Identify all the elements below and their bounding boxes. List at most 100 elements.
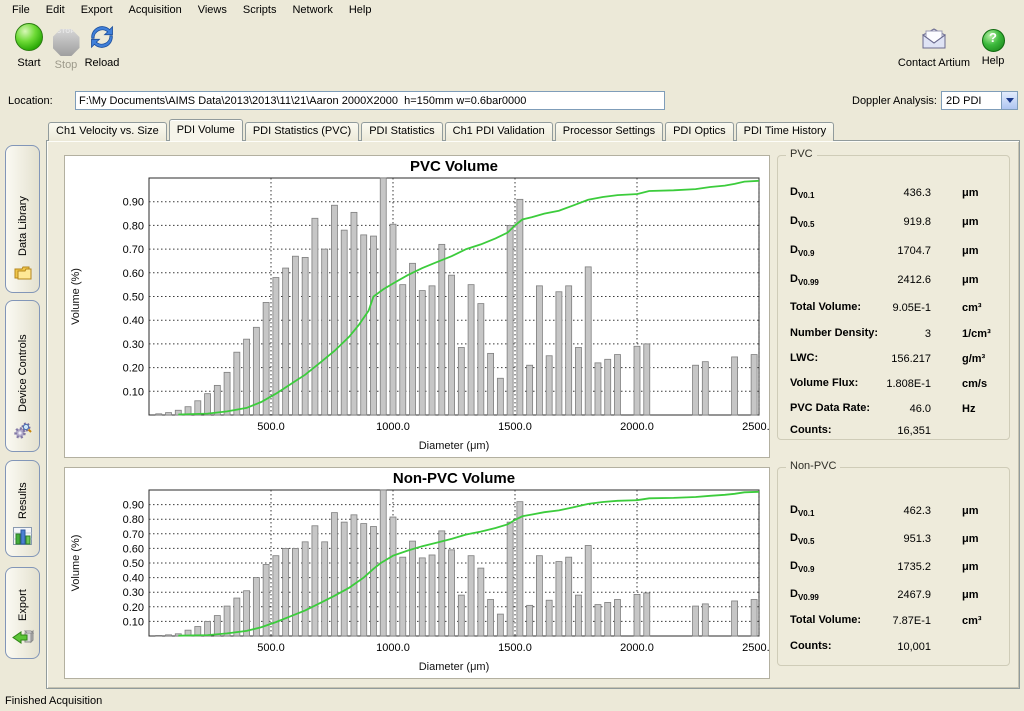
help-button-label: Help xyxy=(965,55,1021,67)
stat-value: 10,001 xyxy=(841,641,931,653)
histogram-bar xyxy=(439,244,445,415)
histogram-bar xyxy=(351,515,357,636)
stat-unit: 1/cm³ xyxy=(962,328,991,340)
stat-unit: cm³ xyxy=(962,302,982,314)
menu-item-export[interactable]: Export xyxy=(73,2,121,18)
stat-row: DV0.5951.3μm xyxy=(790,532,999,548)
histogram-bar xyxy=(751,355,757,415)
stat-value: 919.8 xyxy=(841,216,931,228)
histogram-bar xyxy=(536,556,542,636)
tab-ch1-velocity-vs-size[interactable]: Ch1 Velocity vs. Size xyxy=(48,122,167,141)
reload-button[interactable]: Reload xyxy=(73,23,131,69)
histogram-bar xyxy=(546,356,552,415)
tab-processor-settings[interactable]: Processor Settings xyxy=(555,122,663,141)
histogram-bar xyxy=(205,621,211,636)
bar-chart-icon xyxy=(13,527,32,548)
tab-pdi-time-history[interactable]: PDI Time History xyxy=(736,122,835,141)
menu-item-network[interactable]: Network xyxy=(284,2,340,18)
histogram-bar xyxy=(566,286,572,415)
stat-unit: μm xyxy=(962,245,979,257)
sidebar-item-results[interactable]: Results xyxy=(5,460,40,557)
sidebar-item-device-controls[interactable]: Device Controls xyxy=(5,300,40,452)
sidebar-item-data-library[interactable]: Data Library xyxy=(5,145,40,293)
stat-value: 1704.7 xyxy=(841,245,931,257)
histogram-bar xyxy=(400,285,406,415)
help-icon: ? xyxy=(982,29,1005,52)
histogram-bar xyxy=(244,339,250,415)
histogram-bar xyxy=(605,602,611,636)
sidebar-item-label: Results xyxy=(17,461,29,527)
histogram-bar xyxy=(702,362,708,415)
y-tick-label: 0.90 xyxy=(123,197,144,209)
tab-pdi-volume[interactable]: PDI Volume xyxy=(169,119,243,141)
stat-row: DV0.1462.3μm xyxy=(790,504,999,520)
stat-value: 1.808E-1 xyxy=(841,378,931,390)
y-tick-label: 0.20 xyxy=(123,602,144,614)
histogram-bar xyxy=(283,548,289,636)
histogram-bar xyxy=(702,604,708,636)
stat-row: DV0.1436.3μm xyxy=(790,186,999,202)
histogram-bar xyxy=(468,556,474,636)
gears-icon xyxy=(13,420,33,443)
menu-item-scripts[interactable]: Scripts xyxy=(235,2,285,18)
histogram-bar xyxy=(517,502,523,636)
histogram-bar xyxy=(546,600,552,636)
histogram-bar xyxy=(693,606,699,636)
x-tick-label: 500.0 xyxy=(257,421,285,433)
menu-item-edit[interactable]: Edit xyxy=(38,2,73,18)
histogram-bar xyxy=(439,531,445,636)
tab-pdi-statistics[interactable]: PDI Statistics xyxy=(361,122,442,141)
stat-value: 156.217 xyxy=(841,353,931,365)
stat-unit: μm xyxy=(962,589,979,601)
histogram-bar xyxy=(517,199,523,415)
y-tick-label: 0.10 xyxy=(123,616,144,628)
export-arrow-icon xyxy=(12,629,34,650)
histogram-bar xyxy=(312,218,318,415)
histogram-bar xyxy=(468,285,474,415)
sidebar-item-export[interactable]: Export xyxy=(5,567,40,659)
tab-pdi-statistics-pvc-[interactable]: PDI Statistics (PVC) xyxy=(245,122,359,141)
menu-item-help[interactable]: Help xyxy=(341,2,380,18)
histogram-bar xyxy=(614,600,620,637)
tab-pdi-optics[interactable]: PDI Optics xyxy=(665,122,734,141)
histogram-bar xyxy=(644,593,650,636)
location-input[interactable] xyxy=(75,91,665,110)
stat-unit: μm xyxy=(962,274,979,286)
histogram-bar xyxy=(575,595,581,636)
x-tick-label: 1000.0 xyxy=(376,642,410,654)
histogram-bar xyxy=(214,385,220,415)
contact-artium-button[interactable]: Contact Artium xyxy=(896,27,972,69)
histogram-bar xyxy=(224,606,230,636)
stat-row: Counts:10,001 xyxy=(790,640,999,656)
histogram-bar xyxy=(605,359,611,415)
histogram-bar xyxy=(556,292,562,415)
menu-item-views[interactable]: Views xyxy=(190,2,235,18)
histogram-bar xyxy=(410,541,416,636)
nonpvc-volume-chart: Non-PVC Volume0.100.200.300.400.500.600.… xyxy=(64,467,770,679)
status-text: Finished Acquisition xyxy=(5,695,102,707)
y-tick-label: 0.30 xyxy=(123,339,144,351)
help-button[interactable]: ? Help xyxy=(965,29,1021,67)
stat-value: 7.87E-1 xyxy=(841,615,931,627)
histogram-bar xyxy=(507,522,513,636)
histogram-bar xyxy=(214,616,220,636)
stat-label: DV0.5 xyxy=(790,532,814,546)
y-axis-label: Volume (%) xyxy=(70,535,82,592)
stat-value: 436.3 xyxy=(841,187,931,199)
histogram-bar xyxy=(341,230,347,415)
menu-item-file[interactable]: File xyxy=(4,2,38,18)
stat-value: 462.3 xyxy=(841,505,931,517)
menu-item-acquisition[interactable]: Acquisition xyxy=(121,2,190,18)
doppler-analysis-select[interactable]: 2D PDI xyxy=(941,91,1018,110)
stat-unit: cm³ xyxy=(962,615,982,627)
histogram-bar xyxy=(458,347,464,415)
tab-ch1-pdi-validation[interactable]: Ch1 PDI Validation xyxy=(445,122,553,141)
stat-value: 2412.6 xyxy=(841,274,931,286)
stat-value: 46.0 xyxy=(841,403,931,415)
histogram-bar xyxy=(527,365,533,415)
stat-row: DV0.91704.7μm xyxy=(790,244,999,260)
y-tick-label: 0.50 xyxy=(123,558,144,570)
histogram-bar xyxy=(634,346,640,415)
histogram-bar xyxy=(253,327,259,415)
combo-dropdown-button[interactable] xyxy=(1001,92,1017,109)
